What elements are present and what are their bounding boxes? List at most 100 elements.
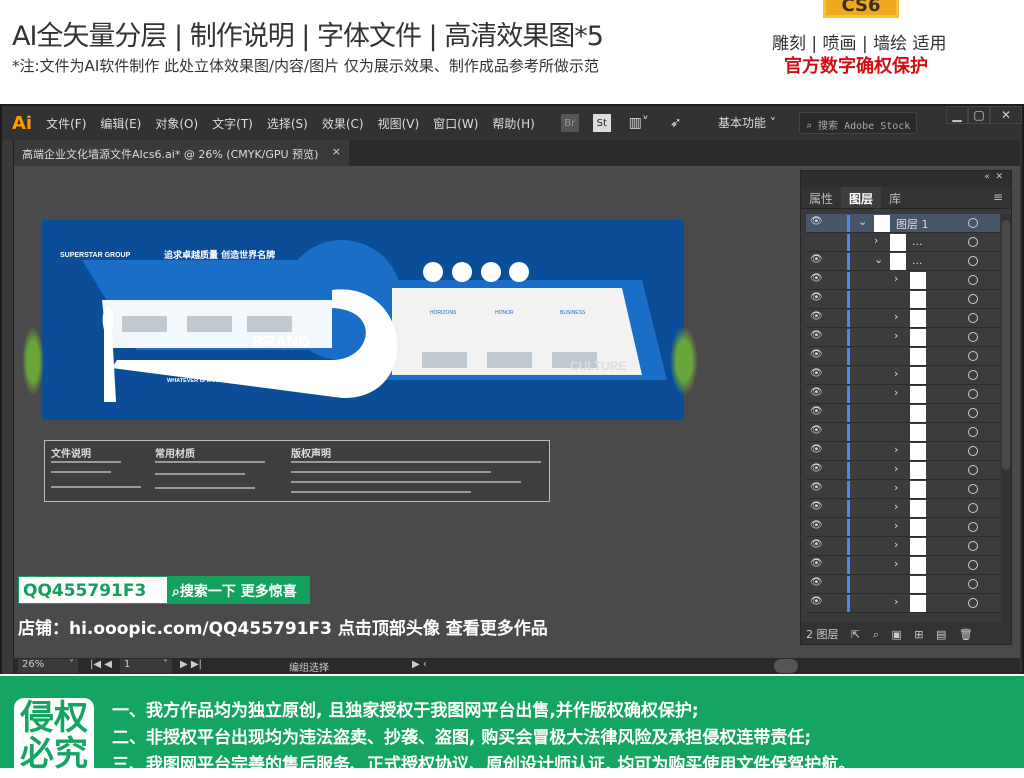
gpu-performance-rocket-icon[interactable]: ➶ [667,114,685,132]
new-layer-icon[interactable]: ▤ [936,628,946,641]
chevron-right-icon[interactable]: › [894,519,898,532]
visibility-eye-icon[interactable]: 👁 [810,558,824,569]
target-circle-icon[interactable] [968,332,978,342]
arrange-documents-icon[interactable]: ▥˅ [625,114,653,132]
layer-row[interactable]: 👁 › [806,271,1000,290]
menu-select[interactable]: 选择(S) [267,115,308,132]
chevron-right-icon[interactable]: › [894,595,898,608]
chevron-right-icon[interactable]: › [894,557,898,570]
chevron-down-icon[interactable]: ⌄ [858,215,867,228]
layer-row[interactable]: 👁 ⌄... [806,252,1000,271]
tab-properties[interactable]: 属性 [801,187,841,208]
menu-view[interactable]: 视图(V) [378,115,420,132]
layer-row[interactable]: 👁 [806,290,1000,309]
visibility-eye-icon[interactable]: 👁 [810,444,824,455]
chevron-right-icon[interactable]: › [894,481,898,494]
visibility-eye-icon[interactable]: 👁 [810,425,824,436]
close-panel-icon[interactable]: ✕ [995,172,1003,182]
target-circle-icon[interactable] [968,218,978,228]
target-circle-icon[interactable] [968,579,978,589]
visibility-eye-icon[interactable]: 👁 [810,463,824,474]
target-circle-icon[interactable] [968,237,978,247]
target-circle-icon[interactable] [968,560,978,570]
target-circle-icon[interactable] [968,389,978,399]
visibility-eye-icon[interactable]: 👁 [810,577,824,588]
menu-file[interactable]: 文件(F) [46,115,86,132]
layers-scrollbar[interactable] [1001,214,1011,622]
visibility-eye-icon[interactable]: 👁 [810,482,824,493]
zoom-field[interactable]: 26% ˅ [18,659,78,673]
chevron-right-icon[interactable]: › [894,443,898,456]
target-circle-icon[interactable] [968,370,978,380]
minimize-button[interactable]: ▁ [946,106,968,124]
chevron-right-icon[interactable]: › [894,367,898,380]
close-window-button[interactable]: ✕ [990,106,1022,124]
scroll-thumb[interactable] [1002,220,1010,470]
target-circle-icon[interactable] [968,598,978,608]
chevron-right-icon[interactable]: › [894,329,898,342]
target-circle-icon[interactable] [968,446,978,456]
target-circle-icon[interactable] [968,294,978,304]
target-circle-icon[interactable] [968,351,978,361]
tab-libraries[interactable]: 库 [881,187,909,208]
target-circle-icon[interactable] [968,541,978,551]
menu-object[interactable]: 对象(O) [155,115,198,132]
visibility-eye-icon[interactable]: 👁 [810,368,824,379]
target-circle-icon[interactable] [968,427,978,437]
stock-search-input[interactable]: ⌕ 搜索 Adobe Stock [799,112,917,134]
menu-edit[interactable]: 编辑(E) [100,115,141,132]
chevron-right-icon[interactable]: › [894,462,898,475]
maximize-button[interactable]: ▢ [968,106,990,124]
chevron-right-icon[interactable]: › [874,234,878,247]
visibility-eye-icon[interactable]: 👁 [810,501,824,512]
layer-row[interactable]: 👁 › [806,594,1000,613]
layer-row[interactable]: 👁 › [806,480,1000,499]
bridge-icon[interactable]: Br [560,114,579,132]
visibility-eye-icon[interactable]: 👁 [810,216,824,227]
menu-window[interactable]: 窗口(W) [433,115,478,132]
workspace-switcher[interactable]: 基本功能 ˅ [718,114,776,131]
target-circle-icon[interactable] [968,408,978,418]
visibility-eye-icon[interactable]: 👁 [810,596,824,607]
chevron-right-icon[interactable]: › [894,272,898,285]
layer-row[interactable]: 👁 › [806,442,1000,461]
visibility-eye-icon[interactable]: 👁 [810,311,824,322]
target-circle-icon[interactable] [968,275,978,285]
layer-row[interactable]: 👁 › [806,366,1000,385]
target-circle-icon[interactable] [968,484,978,494]
panel-menu-icon[interactable]: ≡ [985,187,1011,208]
chevron-right-icon[interactable]: › [894,500,898,513]
target-circle-icon[interactable] [968,522,978,532]
menu-help[interactable]: 帮助(H) [492,115,534,132]
visibility-eye-icon[interactable]: 👁 [810,349,824,360]
delete-icon[interactable]: 🗑 [959,628,973,641]
layer-row[interactable]: 👁 [806,423,1000,442]
next-last-artboard-buttons[interactable]: ▶ ▶| [176,659,206,673]
layer-row[interactable]: 👁 › [806,499,1000,518]
layer-row[interactable]: 👁 › [806,385,1000,404]
new-sublayer-icon[interactable]: ⊞ [914,628,923,641]
layer-row[interactable]: ›... [806,233,1000,252]
search-more-button[interactable]: ⌕搜索一下 更多惊喜 [168,576,310,604]
first-prev-artboard-buttons[interactable]: |◀ ◀ [86,659,116,673]
chevron-down-icon[interactable]: ⌄ [874,253,883,266]
collapse-panel-icon[interactable]: « [984,172,990,182]
visibility-eye-icon[interactable]: 👁 [810,273,824,284]
locate-object-icon[interactable]: ⌕ [873,628,879,641]
layer-row[interactable]: 👁 [806,575,1000,594]
target-circle-icon[interactable] [968,465,978,475]
clipping-mask-icon[interactable]: ▣ [891,628,901,641]
layer-row[interactable]: 👁 › [806,518,1000,537]
layer-row[interactable]: 👁 › [806,461,1000,480]
layer-row[interactable]: 👁 [806,404,1000,423]
layer-row[interactable]: 👁 › [806,328,1000,347]
menu-type[interactable]: 文字(T) [212,115,253,132]
status-menu-arrow[interactable]: ▶ ‹ [408,659,431,673]
document-tab[interactable]: 高端企业文化墙源文件AIcs6.ai* @ 26% (CMYK/GPU 预览) × [14,140,349,166]
visibility-eye-icon[interactable]: 👁 [810,330,824,341]
visibility-eye-icon[interactable]: 👁 [810,520,824,531]
target-circle-icon[interactable] [968,313,978,323]
close-tab-icon[interactable]: × [332,145,341,158]
chevron-right-icon[interactable]: › [894,310,898,323]
layer-row[interactable]: 👁 [806,347,1000,366]
